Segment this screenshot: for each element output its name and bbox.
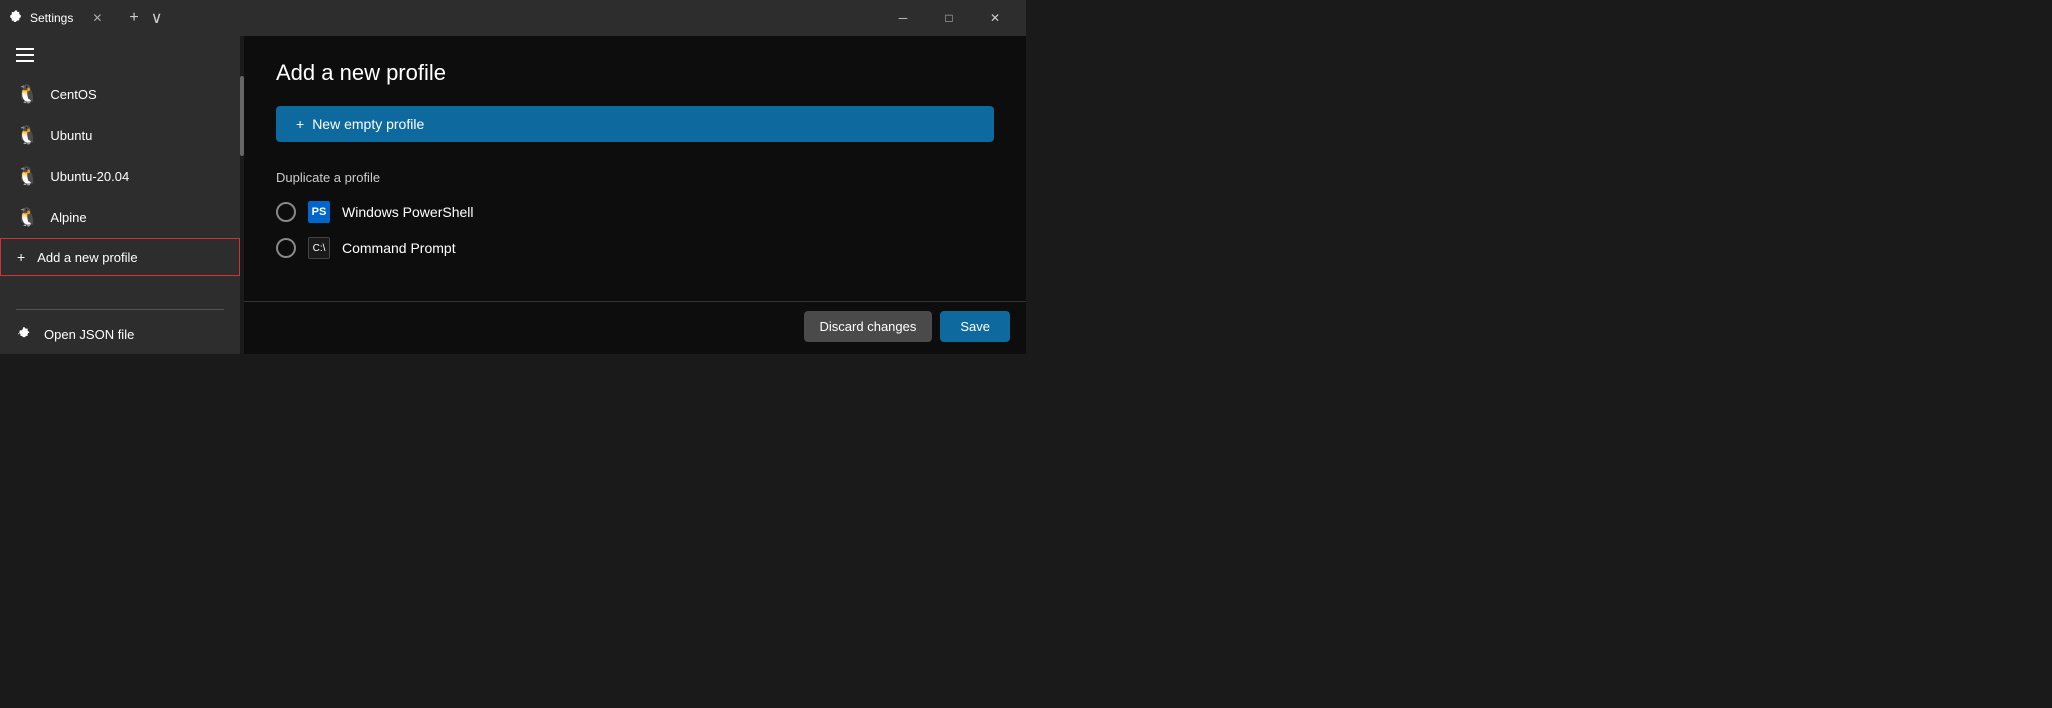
menu-button[interactable] xyxy=(0,36,240,74)
page-title: Add a new profile xyxy=(276,60,994,86)
minimize-button[interactable]: ─ xyxy=(880,0,926,36)
profile-option-cmd[interactable]: C:\ Command Prompt xyxy=(276,237,994,259)
radio-cmd[interactable] xyxy=(276,238,296,258)
discard-changes-button[interactable]: Discard changes xyxy=(804,311,933,342)
gear-icon xyxy=(8,10,24,26)
plus-icon: + xyxy=(17,249,25,265)
sidebar-item-ubuntu-label: Ubuntu xyxy=(50,128,92,143)
radio-powershell[interactable] xyxy=(276,202,296,222)
open-json-label: Open JSON file xyxy=(44,327,134,342)
sidebar-divider xyxy=(16,309,224,310)
powershell-label: Windows PowerShell xyxy=(342,204,474,220)
window-controls: ─ □ ✕ xyxy=(880,0,1018,36)
open-json-button[interactable]: Open JSON file xyxy=(0,314,240,354)
sidebar-item-alpine[interactable]: 🐧 Alpine xyxy=(0,197,240,238)
new-empty-profile-button[interactable]: + New empty profile xyxy=(276,106,994,142)
bottom-action-bar: Discard changes Save xyxy=(788,299,1026,354)
sidebar-item-add-new-label: Add a new profile xyxy=(37,250,137,265)
centos-icon: 🐧 xyxy=(16,84,38,105)
profile-option-powershell[interactable]: PS Windows PowerShell xyxy=(276,201,994,223)
duplicate-label: Duplicate a profile xyxy=(276,170,994,185)
new-profile-plus-icon: + xyxy=(296,116,304,132)
sidebar-item-ubuntu[interactable]: 🐧 Ubuntu xyxy=(0,115,240,156)
maximize-button[interactable]: □ xyxy=(926,0,972,36)
sidebar-item-centos[interactable]: 🐧 CentOS xyxy=(0,74,240,115)
sidebar-items: 🐧 CentOS 🐧 Ubuntu 🐧 Ubuntu-20.04 🐧 Alpin… xyxy=(0,74,240,305)
sidebar-item-alpine-label: Alpine xyxy=(50,210,86,225)
app-title: Settings xyxy=(30,11,73,25)
hamburger-icon xyxy=(16,48,34,62)
gear-icon-sidebar xyxy=(16,326,32,342)
close-window-button[interactable]: ✕ xyxy=(972,0,1018,36)
new-tab-button[interactable]: + xyxy=(125,9,142,27)
powershell-icon: PS xyxy=(308,201,330,223)
save-button[interactable]: Save xyxy=(940,311,1010,342)
titlebar: Settings ✕ + ∨ ─ □ ✕ xyxy=(0,0,1026,36)
main-content: 🐧 CentOS 🐧 Ubuntu 🐧 Ubuntu-20.04 🐧 Alpin… xyxy=(0,36,1026,354)
settings-icon-wrap: Settings xyxy=(8,10,73,26)
ubuntu2004-icon: 🐧 xyxy=(16,166,38,187)
content-area: Add a new profile + New empty profile Du… xyxy=(244,36,1026,354)
sidebar: 🐧 CentOS 🐧 Ubuntu 🐧 Ubuntu-20.04 🐧 Alpin… xyxy=(0,36,240,354)
sidebar-item-ubuntu2004[interactable]: 🐧 Ubuntu-20.04 xyxy=(0,156,240,197)
cmd-icon: C:\ xyxy=(308,237,330,259)
close-tab-button[interactable]: ✕ xyxy=(89,10,105,26)
ubuntu-icon: 🐧 xyxy=(16,125,38,146)
sidebar-item-centos-label: CentOS xyxy=(50,87,96,102)
titlebar-left: Settings ✕ + ∨ xyxy=(8,8,880,28)
sidebar-item-ubuntu2004-label: Ubuntu-20.04 xyxy=(50,169,129,184)
cmd-label: Command Prompt xyxy=(342,240,456,256)
settings-window: Settings ✕ + ∨ ─ □ ✕ 🐧 xyxy=(0,0,1026,354)
tab-dropdown-button[interactable]: ∨ xyxy=(147,8,167,28)
new-tab-area: + ∨ xyxy=(125,8,166,28)
new-profile-btn-label: New empty profile xyxy=(312,116,424,132)
alpine-icon: 🐧 xyxy=(16,207,38,228)
sidebar-item-add-new[interactable]: + Add a new profile xyxy=(0,238,240,276)
